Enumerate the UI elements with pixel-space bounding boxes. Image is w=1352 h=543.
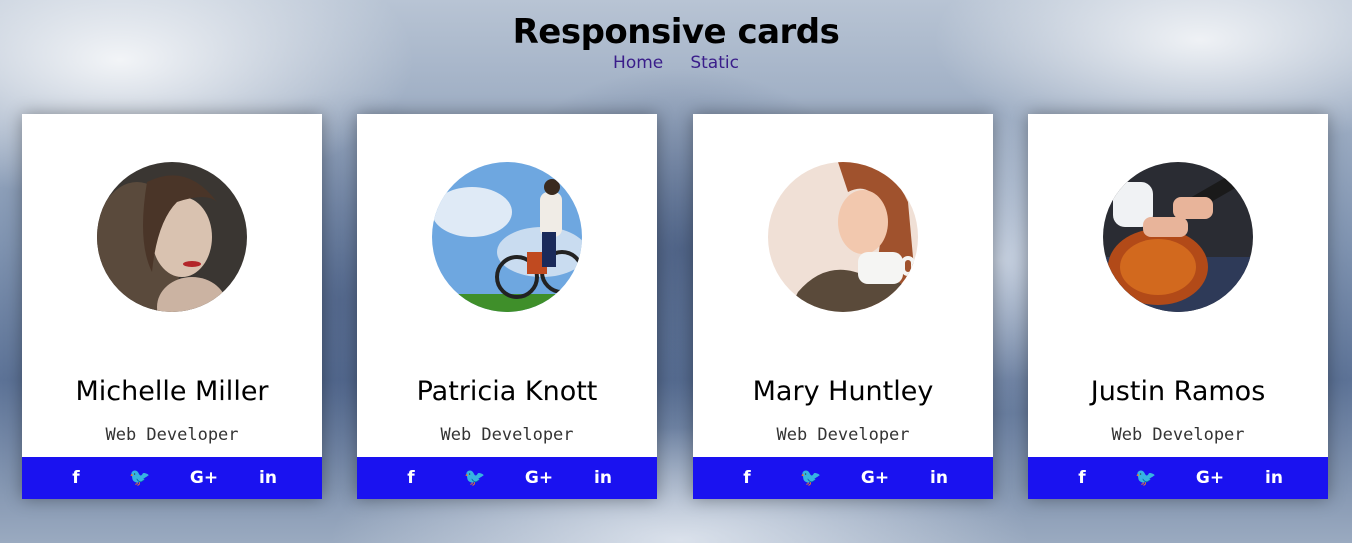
card-name: Mary Huntley	[752, 376, 934, 407]
social-bar: f 🐦 G+ in	[22, 457, 322, 499]
card-role: Web Developer	[440, 425, 574, 445]
google-plus-icon[interactable]: G+	[184, 468, 224, 488]
google-plus-icon[interactable]: G+	[519, 468, 559, 488]
top-nav: Home Static	[0, 53, 1352, 73]
nav-link-home[interactable]: Home	[613, 53, 663, 73]
page-title: Responsive cards	[512, 12, 840, 52]
avatar	[432, 162, 582, 312]
twitter-icon[interactable]: 🐦	[455, 468, 495, 488]
facebook-icon[interactable]: f	[391, 468, 431, 488]
twitter-icon[interactable]: 🐦	[120, 468, 160, 488]
google-plus-icon[interactable]: G+	[1190, 468, 1230, 488]
avatar	[1103, 162, 1253, 312]
avatar	[97, 162, 247, 312]
card-role: Web Developer	[776, 425, 910, 445]
profile-card: Michelle Miller Web Developer f 🐦 G+ in	[22, 114, 322, 499]
card-role: Web Developer	[1111, 425, 1245, 445]
social-bar: f 🐦 G+ in	[357, 457, 657, 499]
avatar	[768, 162, 918, 312]
twitter-icon[interactable]: 🐦	[791, 468, 831, 488]
facebook-icon[interactable]: f	[56, 468, 96, 488]
card-name: Justin Ramos	[1090, 376, 1266, 407]
card-name: Michelle Miller	[75, 376, 269, 407]
nav-link-static[interactable]: Static	[690, 53, 739, 73]
card-role: Web Developer	[105, 425, 239, 445]
twitter-icon[interactable]: 🐦	[1126, 468, 1166, 488]
google-plus-icon[interactable]: G+	[855, 468, 895, 488]
linkedin-icon[interactable]: in	[583, 468, 623, 488]
social-bar: f 🐦 G+ in	[1028, 457, 1328, 499]
facebook-icon[interactable]: f	[727, 468, 767, 488]
profile-card: Justin Ramos Web Developer f 🐦 G+ in	[1028, 114, 1328, 499]
card-name: Patricia Knott	[416, 376, 598, 407]
profile-card: Patricia Knott Web Developer f 🐦 G+ in	[357, 114, 657, 499]
linkedin-icon[interactable]: in	[1254, 468, 1294, 488]
linkedin-icon[interactable]: in	[248, 468, 288, 488]
profile-card: Mary Huntley Web Developer f 🐦 G+ in	[693, 114, 993, 499]
facebook-icon[interactable]: f	[1062, 468, 1102, 488]
social-bar: f 🐦 G+ in	[693, 457, 993, 499]
linkedin-icon[interactable]: in	[919, 468, 959, 488]
